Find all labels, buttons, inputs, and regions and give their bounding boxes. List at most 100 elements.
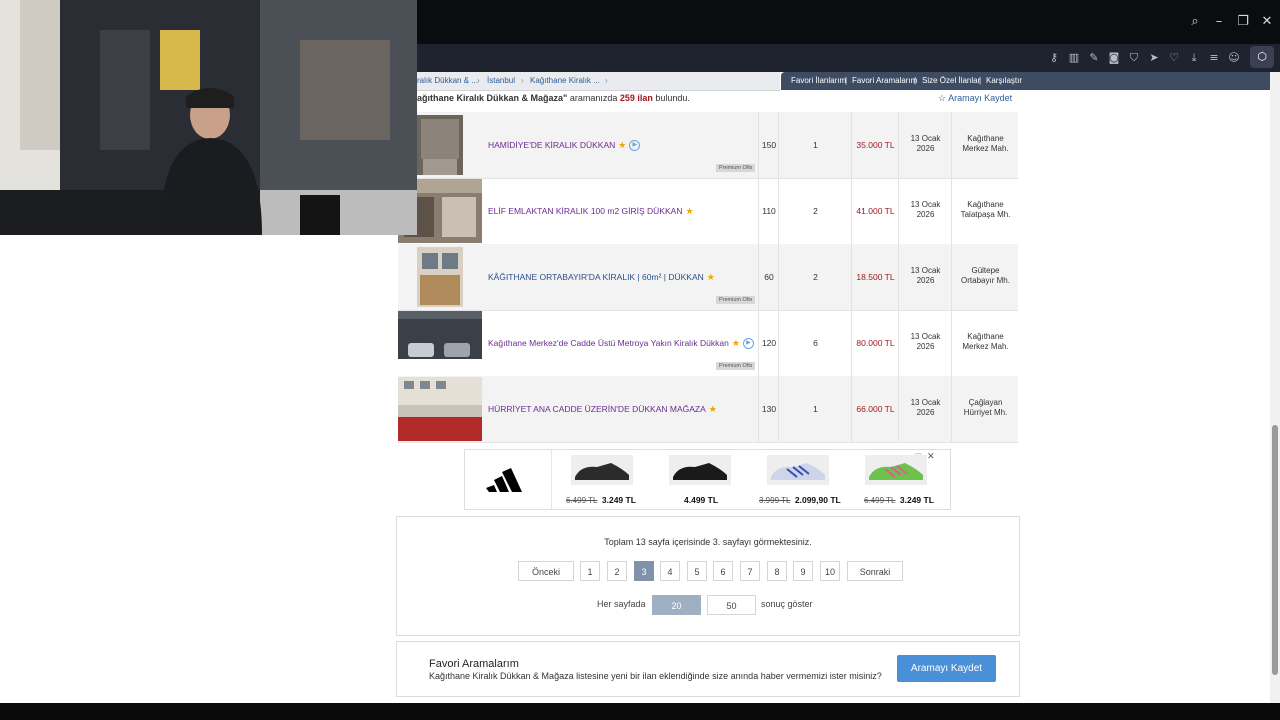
listing-date: 13 Ocak: [910, 266, 941, 275]
reader-icon[interactable]: ▥: [1066, 50, 1082, 66]
listing-year: 2026: [916, 342, 935, 351]
shoe-image[interactable]: [865, 455, 927, 485]
breadcrumb-separator: ›: [477, 76, 480, 85]
ad-banner[interactable]: ✕ ⓘ 6.499 TL 3.249 TL 4.499 TL 3.999 TL …: [464, 449, 951, 510]
listing-rooms: 2: [813, 272, 818, 282]
page-6-button[interactable]: 6: [713, 561, 733, 581]
listing-row[interactable]: HÜRRİYET ANA CADDE ÜZERİN'DE DÜKKAN MAĞA…: [398, 376, 1018, 443]
per-page-label: Her sayfada: [597, 599, 646, 609]
compare-link[interactable]: Karşılaştır: [986, 72, 1022, 90]
download-icon[interactable]: ⤓: [1186, 50, 1202, 66]
save-search-label: Aramayı Kaydet: [948, 93, 1013, 103]
search-icon[interactable]: ⌕: [1187, 14, 1203, 30]
date-cell: 13 Ocak 2026: [898, 178, 952, 244]
profile-icon[interactable]: ☺: [1226, 50, 1242, 66]
m2-cell: 60: [758, 244, 779, 310]
old-price: 3.999 TL: [759, 496, 791, 505]
breadcrumb-item[interactable]: İstanbul: [487, 72, 515, 90]
next-page-button[interactable]: Sonraki: [847, 561, 903, 581]
price-cell: 41.000 TL: [851, 178, 899, 244]
per-page-suffix: sonuç göster: [761, 599, 813, 609]
date-cell: 13 Ocak 2026: [898, 376, 952, 442]
page-9-button[interactable]: 9: [793, 561, 813, 581]
listing-row[interactable]: HAMİDİYE'DE KİRALIK DÜKKAN ★ ▶ Premium Ofi…: [398, 112, 1018, 179]
listing-photo[interactable]: [398, 245, 482, 309]
listing-price: 18.500 TL: [856, 272, 895, 282]
date-cell: 13 Ocak 2026: [898, 112, 952, 178]
search-query: ağıthane Kiralık Dükkan & Mağaza": [417, 93, 568, 103]
product-price: 6.499 TL 3.249 TL: [566, 490, 636, 508]
listing-neighborhood: Ortabayır Mh.: [961, 276, 1010, 285]
breadcrumb-item[interactable]: ralık Dükkan & ...: [417, 72, 478, 90]
prev-page-button[interactable]: Önceki: [518, 561, 574, 581]
heart-icon[interactable]: ♡: [1166, 50, 1182, 66]
listing-title[interactable]: Kağıthane Merkez'de Cadde Üstü Metroya Y…: [488, 338, 754, 350]
page-8-button[interactable]: 8: [767, 561, 787, 581]
menu-icon[interactable]: ≡: [1206, 50, 1222, 66]
bottom-bar: [0, 703, 1280, 720]
shoe-image[interactable]: [669, 455, 731, 485]
listing-m2: 110: [762, 206, 776, 216]
camera-icon[interactable]: ◙: [1106, 50, 1122, 66]
ad-close-icon[interactable]: ✕: [927, 451, 935, 462]
highlight-icon: ★: [731, 338, 740, 348]
minimize-icon[interactable]: –: [1211, 14, 1227, 30]
page-4-button[interactable]: 4: [660, 561, 680, 581]
product-price: 6.499 TL 3.249 TL: [864, 490, 934, 508]
extension-icon[interactable]: ⬡: [1250, 46, 1274, 68]
webcam-overlay: [0, 0, 417, 235]
favorite-search-panel: Favori Aramalarım Kağıthane Kiralık Dükk…: [396, 641, 1020, 697]
breadcrumb-item[interactable]: Kağıthane Kiralık ...: [530, 72, 600, 90]
listing-m2: 120: [761, 338, 777, 348]
result-summary: ağıthane Kiralık Dükkan & Mağaza" araman…: [417, 93, 690, 103]
per-page-20-button[interactable]: 20: [652, 595, 701, 615]
page-2-button[interactable]: 2: [607, 561, 627, 581]
location-cell: Kağıthane Merkez Mah.: [951, 112, 1019, 178]
star-icon: ☆: [938, 93, 947, 103]
listing-year: 2026: [916, 408, 935, 417]
close-window-icon[interactable]: ✕: [1259, 14, 1275, 30]
listing-price: 66.000 TL: [856, 404, 895, 414]
shoe-image[interactable]: [571, 455, 633, 485]
listing-title[interactable]: HAMİDİYE'DE KİRALIK DÜKKAN ★ ▶: [488, 140, 641, 152]
listing-title[interactable]: KÂĞITHANE ORTABAYIR'DA KİRALIK | 60m² | …: [488, 272, 715, 283]
favorite-listings-link[interactable]: Favori İlanlarım: [791, 72, 846, 90]
page-7-button[interactable]: 7: [740, 561, 760, 581]
send-icon[interactable]: ➤: [1146, 50, 1162, 66]
link-separator: |: [845, 76, 848, 85]
shoe-image[interactable]: [767, 455, 829, 485]
page-10-button[interactable]: 10: [820, 561, 840, 581]
rooms-cell: 6: [778, 310, 852, 376]
listing-photo[interactable]: [398, 311, 482, 375]
scrollbar-thumb[interactable]: [1272, 425, 1278, 675]
listing-title[interactable]: ELİF EMLAKTAN KİRALIK 100 m2 GİRİŞ DÜKKA…: [488, 206, 694, 217]
listing-row[interactable]: ELİF EMLAKTAN KİRALIK 100 m2 GİRİŞ DÜKKA…: [398, 178, 1018, 245]
save-search-link[interactable]: ☆ Aramayı Kaydet: [938, 93, 1012, 104]
key-icon[interactable]: ⚷: [1046, 50, 1062, 66]
special-listings-link[interactable]: Size Özel İlanlar: [922, 72, 980, 90]
listing-neighborhood: Merkez Mah.: [962, 342, 1009, 351]
new-price: 2.099,90 TL: [794, 495, 841, 505]
listing-rooms: 2: [813, 206, 818, 216]
edit-icon[interactable]: ✎: [1086, 50, 1102, 66]
listing-row[interactable]: KÂĞITHANE ORTABAYIR'DA KİRALIK | 60m² | …: [398, 244, 1018, 311]
listing-row[interactable]: Kağıthane Merkez'de Cadde Üstü Metroya Y…: [398, 310, 1018, 377]
per-page-50-button[interactable]: 50: [707, 595, 756, 615]
restore-icon[interactable]: ❐: [1235, 14, 1251, 30]
title-cell: HÜRRİYET ANA CADDE ÜZERİN'DE DÜKKAN MAĞA…: [482, 376, 758, 442]
shield-icon[interactable]: ⛉: [1126, 50, 1142, 66]
listing-photo[interactable]: [398, 377, 482, 441]
listing-title-text: Kağıthane Merkez'de Cadde Üstü Metroya Y…: [488, 338, 729, 348]
new-price: 3.249 TL: [601, 495, 636, 505]
favorite-searches-link[interactable]: Favori Aramalarım: [852, 72, 917, 90]
title-cell: ELİF EMLAKTAN KİRALIK 100 m2 GİRİŞ DÜKKA…: [482, 178, 758, 244]
page-3-button[interactable]: 3: [634, 561, 654, 581]
listing-price: 41.000 TL: [856, 206, 895, 216]
listing-date: 13 Ocak: [910, 134, 941, 143]
title-cell: Kağıthane Merkez'de Cadde Üstü Metroya Y…: [482, 310, 758, 376]
page-5-button[interactable]: 5: [687, 561, 707, 581]
save-search-button[interactable]: Aramayı Kaydet: [897, 655, 996, 682]
page-1-button[interactable]: 1: [580, 561, 600, 581]
premium-badge: Premium Ofis: [716, 362, 756, 370]
listing-title[interactable]: HÜRRİYET ANA CADDE ÜZERİN'DE DÜKKAN MAĞA…: [488, 404, 717, 415]
